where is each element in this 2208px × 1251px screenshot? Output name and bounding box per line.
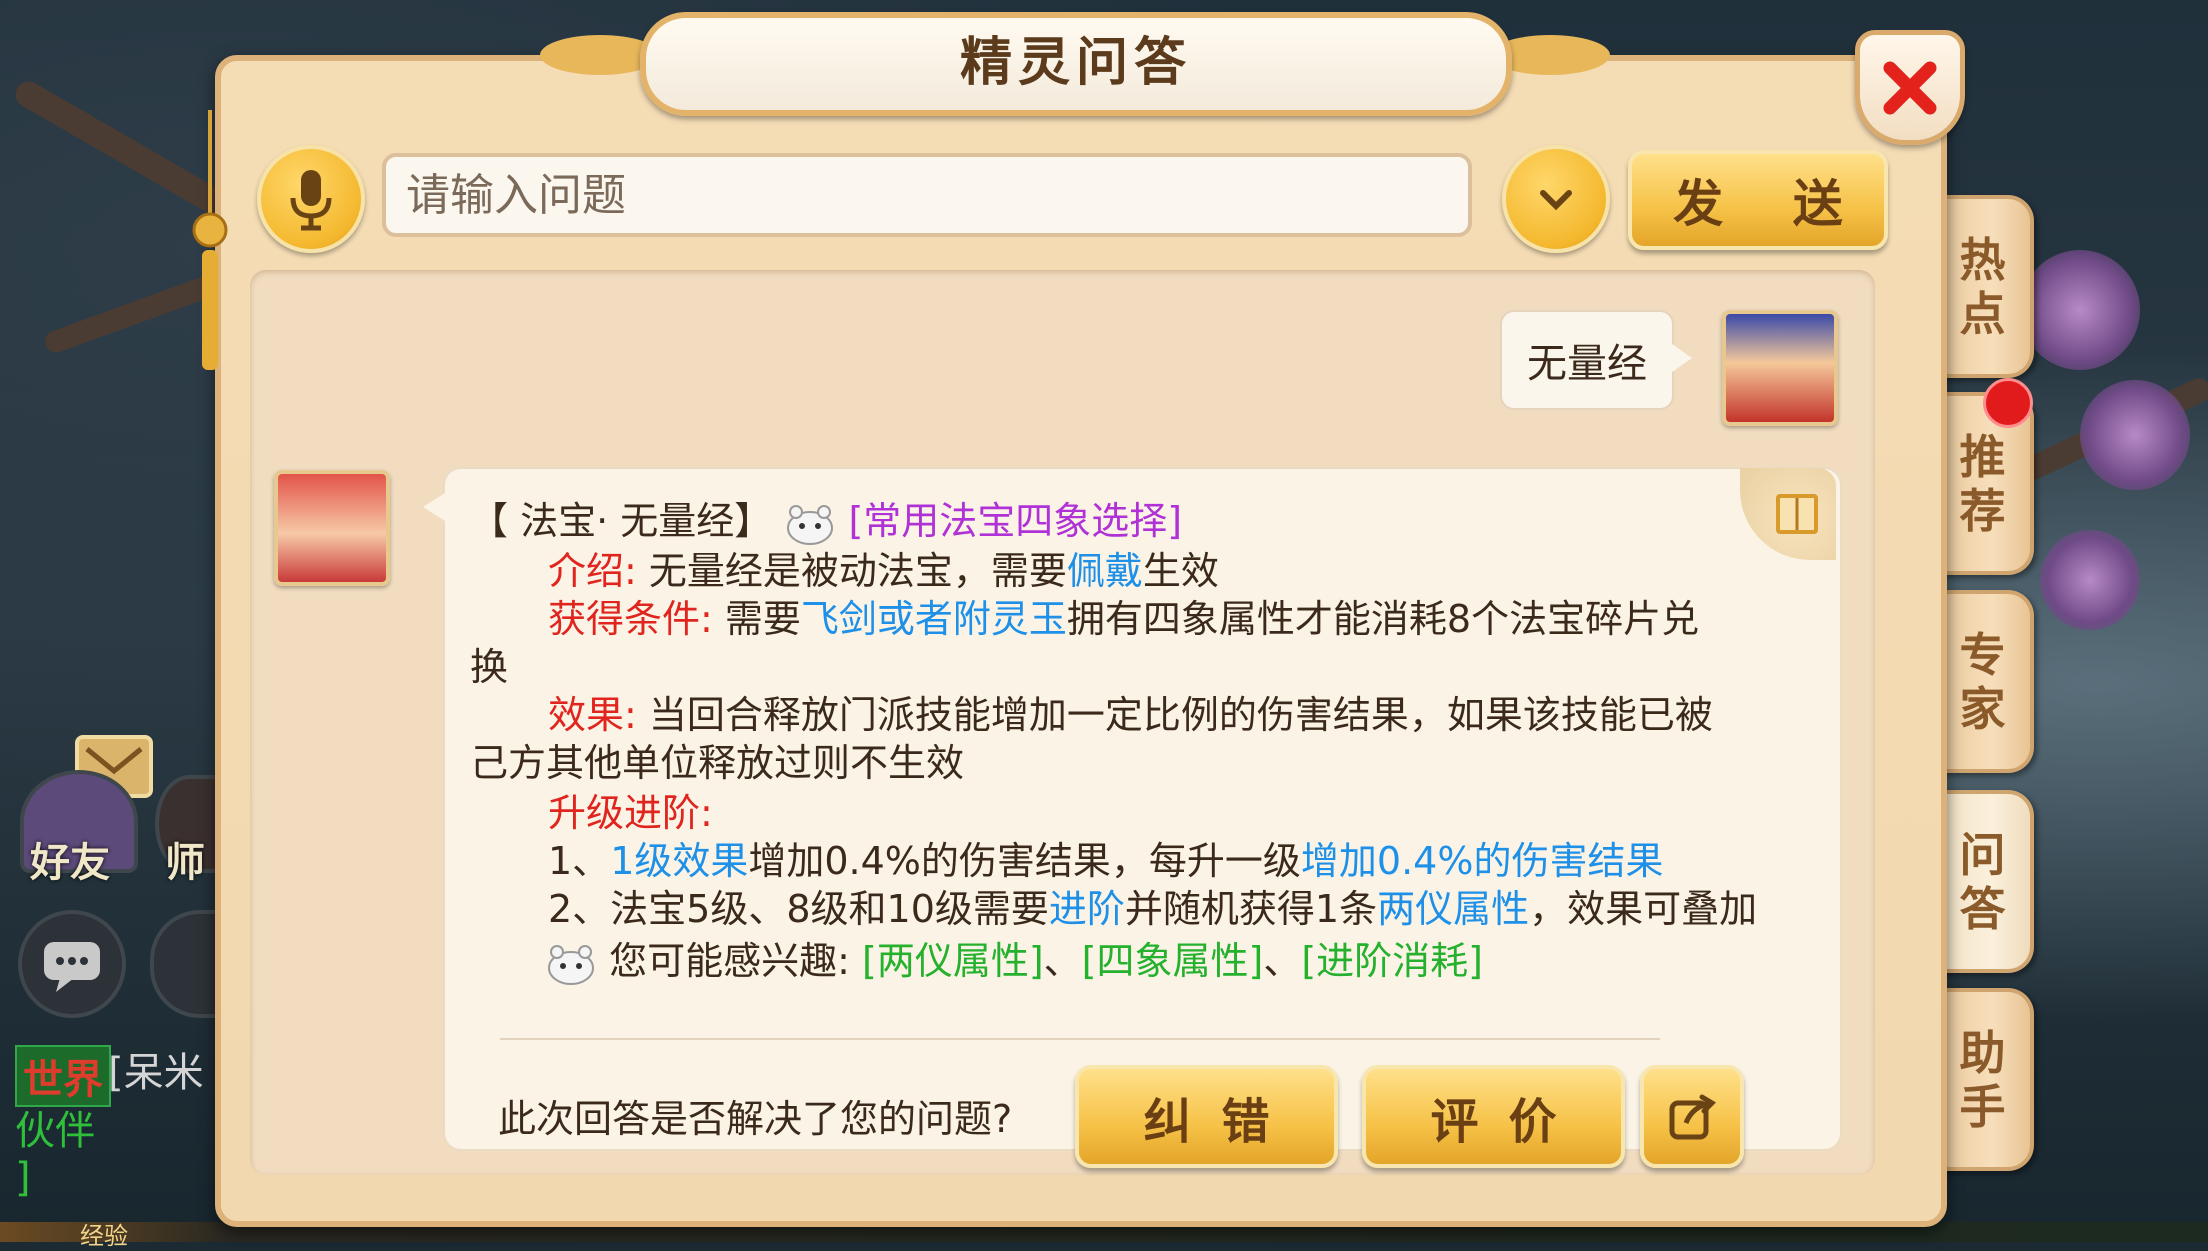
interest-label: 您可能感兴趣: bbox=[609, 939, 850, 983]
upgrade-1-text: 增加0.4%的伤害结果，每升一级 bbox=[748, 839, 1301, 883]
blossom bbox=[2040, 530, 2140, 630]
upgrade-item-2: 2、法宝5级、8级和10级需要进阶并随机获得1条两仪属性，效果可叠加 bbox=[548, 878, 1757, 933]
two-forms-attribute-link[interactable]: 两仪属性 bbox=[1377, 887, 1529, 931]
effect-text: 当回合释放门派技能增加一定比例的伤害结果，如果该技能已被 bbox=[636, 693, 1713, 737]
answer-heading: 【 法宝· 无量经】 [常用法宝四象选择] bbox=[470, 490, 1182, 546]
microphone-icon bbox=[290, 170, 332, 231]
voice-input-button[interactable] bbox=[257, 145, 365, 253]
question-input[interactable] bbox=[382, 153, 1472, 237]
master-label[interactable]: 师 bbox=[165, 830, 205, 888]
chat-sender-name: [呆米 bbox=[108, 1050, 204, 1096]
chevron-down-icon bbox=[1540, 190, 1572, 211]
upgrade-1-prefix: 1、 bbox=[548, 839, 611, 883]
condition-label: 获得条件: bbox=[548, 597, 713, 641]
book-icon[interactable] bbox=[1740, 468, 1836, 560]
close-icon bbox=[1883, 61, 1937, 114]
pet-icon bbox=[548, 944, 594, 985]
answer-effect-wrap: 己方其他单位释放过则不生效 bbox=[470, 741, 965, 785]
share-icon bbox=[1669, 1094, 1717, 1139]
pet-icon bbox=[787, 504, 834, 545]
chat-bracket: ] bbox=[15, 1155, 31, 1201]
upgrade-label: 升级进阶: bbox=[548, 791, 713, 835]
share-button[interactable] bbox=[1640, 1065, 1744, 1168]
flying-sword-link[interactable]: 飞剑或者附灵玉 bbox=[801, 597, 1067, 641]
close-button[interactable] bbox=[1855, 30, 1965, 145]
user-avatar bbox=[1722, 310, 1838, 426]
tab-assistant-label: 助手 bbox=[1959, 1025, 2006, 1134]
answer-effect: 效果: 当回合释放门派技能增加一定比例的伤害结果，如果该技能已被 bbox=[548, 684, 1713, 739]
condition-text: 需要 bbox=[712, 597, 801, 641]
exp-label: 经验 bbox=[80, 1222, 128, 1250]
advance-link[interactable]: 进阶 bbox=[1049, 887, 1125, 931]
blossom bbox=[2080, 380, 2190, 490]
chat-bubble-icon[interactable] bbox=[18, 910, 126, 1018]
upgrade-2-text: 并随机获得1条 bbox=[1124, 887, 1378, 931]
intro-label: 介绍: bbox=[548, 549, 637, 593]
tab-qa[interactable]: 问答 bbox=[1935, 790, 2034, 973]
level1-effect-link[interactable]: 1级效果 bbox=[610, 839, 748, 883]
equip-link[interactable]: 佩戴 bbox=[1067, 549, 1143, 593]
history-dropdown-button[interactable] bbox=[1502, 145, 1610, 253]
rate-button[interactable]: 评价 bbox=[1362, 1065, 1625, 1168]
interest-link-advance-cost[interactable]: [进阶消耗] bbox=[1301, 939, 1483, 983]
increase-damage-link[interactable]: 增加0.4%的伤害结果 bbox=[1301, 839, 1664, 883]
interest-separator: 、 bbox=[1043, 939, 1082, 983]
chat-partner-label: 伙伴 bbox=[15, 1108, 95, 1154]
dialog-title: 精灵问答 bbox=[959, 33, 1192, 93]
friends-label[interactable]: 好友 bbox=[30, 830, 110, 888]
answer-condition: 获得条件: 需要飞剑或者附灵玉拥有四象属性才能消耗8个法宝碎片兑 bbox=[548, 588, 1699, 643]
upgrade-2-text-end: ，效果可叠加 bbox=[1529, 887, 1758, 931]
upgrade-item-1: 1、1级效果增加0.4%的伤害结果，每升一级增加0.4%的伤害结果 bbox=[548, 830, 1663, 885]
user-question-bubble: 无量经 bbox=[1500, 310, 1692, 410]
upgrade-2-prefix: 2、法宝5级、8级和10级需要 bbox=[548, 887, 1049, 931]
interest-link-two-forms[interactable]: [两仪属性] bbox=[862, 939, 1044, 983]
intro-text: 无量经是被动法宝，需要 bbox=[636, 549, 1067, 593]
effect-label: 效果: bbox=[548, 693, 637, 737]
answer-condition-wrap: 换 bbox=[470, 645, 509, 689]
tab-recommend-label: 推荐 bbox=[1959, 429, 2006, 538]
interest-separator: 、 bbox=[1263, 939, 1302, 983]
send-button[interactable]: 发 送 bbox=[1628, 150, 1888, 250]
tassel-decoration bbox=[192, 110, 228, 370]
interest-line: 您可能感兴趣: [两仪属性]、[四象属性]、[进阶消耗] bbox=[545, 930, 1483, 986]
tab-expert-label: 专家 bbox=[1959, 627, 2006, 736]
blossom bbox=[2020, 250, 2140, 370]
tab-expert[interactable]: 专家 bbox=[1935, 590, 2034, 773]
answer-heading-text: 【 法宝· 无量经】 bbox=[470, 499, 773, 543]
interest-link-four-symbols[interactable]: [四象属性] bbox=[1082, 939, 1264, 983]
condition-text-end: 拥有四象属性才能消耗8个法宝碎片兑 bbox=[1066, 597, 1700, 641]
tab-assistant[interactable]: 助手 bbox=[1935, 988, 2034, 1171]
intro-text-end: 生效 bbox=[1142, 549, 1219, 593]
four-symbol-selection-link[interactable]: [常用法宝四象选择] bbox=[848, 499, 1182, 543]
report-error-button[interactable]: 纠错 bbox=[1075, 1065, 1338, 1168]
notification-dot bbox=[1983, 378, 2033, 428]
answer-intro: 介绍: 无量经是被动法宝，需要佩戴生效 bbox=[548, 540, 1219, 595]
spirit-avatar bbox=[274, 470, 390, 586]
answer-divider bbox=[500, 1038, 1660, 1040]
tab-hot[interactable]: 热点 bbox=[1935, 195, 2034, 378]
tab-qa-label: 问答 bbox=[1959, 827, 2006, 936]
feedback-question: 此次回答是否解决了您的问题? bbox=[498, 1097, 1013, 1141]
tab-hot-label: 热点 bbox=[1959, 232, 2006, 341]
